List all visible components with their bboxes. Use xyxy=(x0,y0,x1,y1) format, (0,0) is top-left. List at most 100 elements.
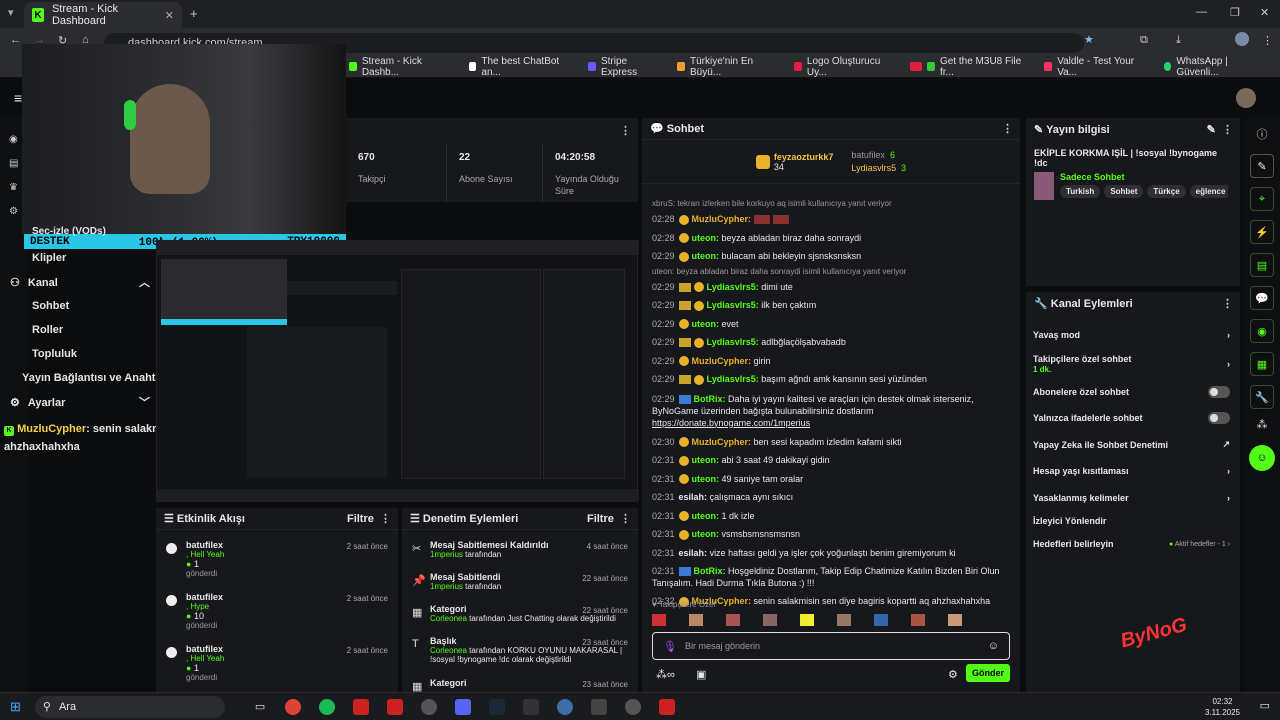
emote-icon[interactable] xyxy=(800,614,814,626)
taskbar-clock[interactable]: 02:32 3.11.2025 xyxy=(1205,696,1240,718)
steam-icon[interactable] xyxy=(489,698,506,715)
banned-words-option[interactable]: Yasaklanmış kelimeler › xyxy=(1026,485,1240,512)
edit-tool-icon[interactable]: ✎ xyxy=(1250,154,1274,178)
emote-icon[interactable] xyxy=(874,614,888,626)
emote-icon[interactable] xyxy=(948,614,962,626)
support-chat-icon[interactable]: ☺ xyxy=(1249,445,1275,471)
emote-icon[interactable] xyxy=(689,614,703,626)
filter-button[interactable]: Filtre xyxy=(587,513,614,525)
emote-icon[interactable] xyxy=(763,614,777,626)
note-tool-icon[interactable]: ▤ xyxy=(1250,253,1274,277)
notification-icon[interactable]: ▭ xyxy=(1260,699,1270,712)
app-icon[interactable] xyxy=(659,698,676,715)
bookmark-item[interactable]: Stream - Kick Dashb... xyxy=(349,56,449,78)
taskbar-search[interactable]: ⚲ Ara xyxy=(34,695,225,718)
mic-icon[interactable]: 🎙 xyxy=(663,640,677,653)
user-avatar[interactable] xyxy=(1236,88,1256,108)
wrench-tool-icon[interactable]: 🔧 xyxy=(1250,385,1274,409)
nav-connections[interactable]: Yayın Bağlantısı ve Anahtar xyxy=(10,366,166,390)
layout-tool-icon[interactable]: ▦ xyxy=(1250,352,1274,376)
info-icon[interactable]: ⓘ xyxy=(1244,118,1280,142)
nav-community[interactable]: Topluluk xyxy=(10,342,150,366)
emoji-icon[interactable]: ☺ xyxy=(988,640,999,652)
browser-tab[interactable]: K Stream - Kick Dashboard ✕ xyxy=(24,2,182,28)
app-icon[interactable] xyxy=(421,698,438,715)
actions-more-icon[interactable]: ⋮ xyxy=(1222,297,1233,310)
bookmark-item[interactable]: Türkiye'nin En Büyü... xyxy=(677,56,774,78)
nav-chat[interactable]: Sohbet xyxy=(10,294,150,318)
app-icon[interactable] xyxy=(557,698,574,715)
maximize-icon[interactable]: ❐ xyxy=(1230,6,1240,19)
subs-only-option[interactable]: Abonelere özel sohbet xyxy=(1026,379,1240,406)
app-icon[interactable] xyxy=(387,698,404,715)
filter-button[interactable]: Filtre xyxy=(347,513,374,525)
emote-icon[interactable] xyxy=(911,614,925,626)
chat-message: 02:31 uteon: 1 dk izle xyxy=(652,510,755,522)
download-icon[interactable]: ⤓ xyxy=(1176,34,1181,47)
minimize-icon[interactable]: — xyxy=(1196,6,1207,18)
app-icon[interactable] xyxy=(353,698,370,715)
chat-more-icon[interactable]: ⋮ xyxy=(1002,122,1013,135)
nav-clips[interactable]: Klipler xyxy=(10,246,150,270)
emote-icon[interactable] xyxy=(837,614,851,626)
slow-mode-option[interactable]: Yavaş mod › xyxy=(1026,322,1240,349)
bookmark-star-icon[interactable]: ★ xyxy=(1084,33,1094,46)
ai-moderation-option[interactable]: Yapay Zeka ile Sohbet Denetimi ↗ xyxy=(1026,432,1240,459)
stream-preview[interactable] xyxy=(156,240,639,502)
store-icon[interactable]: ▣ xyxy=(696,668,706,681)
more-tools-icon[interactable]: ⁂ xyxy=(1244,418,1280,431)
send-button[interactable]: Gönder xyxy=(966,664,1010,682)
pencil-icon[interactable]: ✎ xyxy=(1207,124,1216,136)
donate-link[interactable]: https://donate.bynogame.com/1mperius xyxy=(652,418,810,428)
bookmark-item[interactable]: Logo Oluşturucu Uy... xyxy=(794,56,890,78)
bookmark-item[interactable]: The best ChatBot an... xyxy=(468,56,569,78)
chat-tool-icon[interactable]: 💬 xyxy=(1250,286,1274,310)
kicks-icon: ● xyxy=(186,559,192,569)
subs-only-toggle[interactable] xyxy=(1208,385,1230,398)
menu-icon[interactable]: ⋮ xyxy=(1262,34,1273,47)
epic-icon[interactable] xyxy=(523,698,540,715)
emote-icon[interactable] xyxy=(652,614,666,626)
followers-only-option[interactable]: Takipçilere özel sohbet 1 dk. › xyxy=(1026,349,1240,379)
chat-input[interactable]: 🎙 Bir mesaj gönderin ☺ xyxy=(652,632,1010,660)
emotes-only-option[interactable]: Yalnızca ifadelerle sohbet xyxy=(1026,405,1240,432)
list-icon: ☰ xyxy=(164,513,177,525)
profile-avatar[interactable] xyxy=(1235,32,1249,46)
capcut-icon[interactable] xyxy=(591,698,608,715)
chrome-icon[interactable] xyxy=(285,698,302,715)
windows-start-icon[interactable]: ⊞ xyxy=(10,699,21,715)
stats-more-icon[interactable]: ⋮ xyxy=(620,124,631,137)
viewer-redirect-option[interactable]: İzleyici Yönlendir xyxy=(1026,511,1240,531)
obs-icon[interactable] xyxy=(625,698,642,715)
bookmark-item[interactable]: Valdle - Test Your Va... xyxy=(1044,56,1143,78)
close-tab-icon[interactable]: ✕ xyxy=(165,9,174,22)
goals-option[interactable]: Hedefleri belirleyin ● Aktif hedefler - 1… xyxy=(1026,531,1240,558)
hamburger-icon[interactable]: ≡ xyxy=(14,90,22,106)
info-more-icon[interactable]: ⋮ xyxy=(1222,124,1233,136)
broadcast-tool-icon[interactable]: ◉ xyxy=(1250,319,1274,343)
nav-vods[interactable]: Sec-izle (VODs) xyxy=(10,224,150,238)
tab-list-icon[interactable]: ▾ xyxy=(8,6,14,19)
nav-settings[interactable]: ⚙ Ayarlar ﹀ xyxy=(10,390,150,414)
chat-tools-icon[interactable]: ⁂∞ xyxy=(656,668,675,681)
account-age-option[interactable]: Hesap yaşı kısıtlaması › xyxy=(1026,458,1240,485)
bolt-tool-icon[interactable]: ⚡ xyxy=(1250,220,1274,244)
extensions-icon[interactable]: ⧉ xyxy=(1140,34,1148,47)
spotify-icon[interactable] xyxy=(319,698,336,715)
moderation-more-icon[interactable]: ⋮ xyxy=(620,513,631,525)
scan-tool-icon[interactable]: ⌖ xyxy=(1250,187,1274,211)
new-tab-icon[interactable]: + xyxy=(190,6,198,21)
discord-icon[interactable] xyxy=(455,698,472,715)
bookmark-item[interactable]: WhatsApp | Güvenli... xyxy=(1163,56,1261,78)
back-icon[interactable]: ← xyxy=(10,34,21,46)
bookmark-item[interactable]: Get the M3U8 File fr... xyxy=(910,56,1024,78)
bookmark-item[interactable]: Stripe Express xyxy=(588,56,657,78)
emotes-only-toggle[interactable] xyxy=(1208,412,1230,425)
emote-icon[interactable] xyxy=(726,614,740,626)
nav-channel[interactable]: ⚇ Kanal ︿ xyxy=(10,270,150,294)
activity-more-icon[interactable]: ⋮ xyxy=(380,513,391,525)
chat-settings-icon[interactable]: ⚙ xyxy=(948,668,958,681)
close-window-icon[interactable]: ✕ xyxy=(1260,6,1269,19)
task-view-icon[interactable]: ▭ xyxy=(255,700,265,713)
nav-roles[interactable]: Roller xyxy=(10,318,150,342)
